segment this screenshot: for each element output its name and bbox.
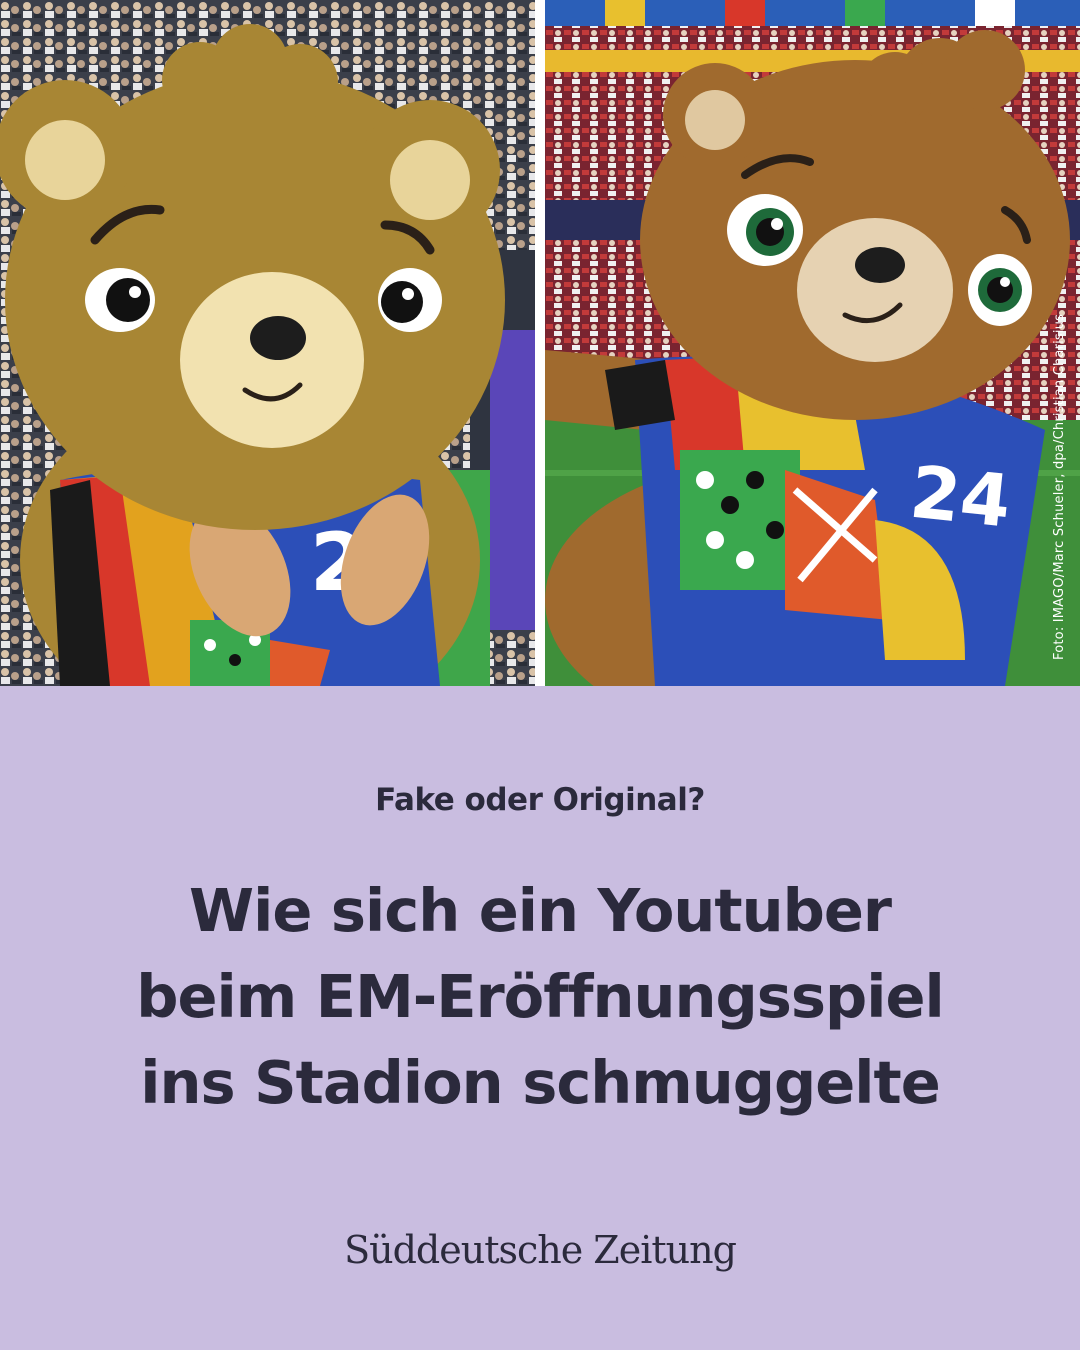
headline-line-3: ins Stadion schmuggelte [140,1048,940,1117]
photo-right-mascot: 24 [545,0,1080,686]
photo-collage: 2 24 Foto: IMAGO/Marc Schueler, dpa/Chri… [0,0,1080,686]
mascot-left-image: 2 [0,0,535,686]
brand-logo: Süddeutsche Zeitung [344,1228,737,1272]
mascot-right-image: 24 [545,0,1080,686]
headline-line-1: Wie sich ein Youtuber [189,876,892,945]
photo-credit: Foto: IMAGO/Marc Schueler, dpa/Christian… [1052,313,1067,660]
article-headline: Wie sich ein Youtuber beim EM-Eröffnungs… [60,868,1020,1126]
headline-line-2: beim EM-Eröffnungsspiel [136,962,944,1031]
photo-left-mascot: 2 [0,0,535,686]
article-kicker: Fake oder Original? [375,782,705,818]
right-jersey-number: 24 [906,450,1014,544]
post-card: 2 24 Foto: IMAGO/Marc Schueler, dpa/Chri… [0,0,1080,1350]
